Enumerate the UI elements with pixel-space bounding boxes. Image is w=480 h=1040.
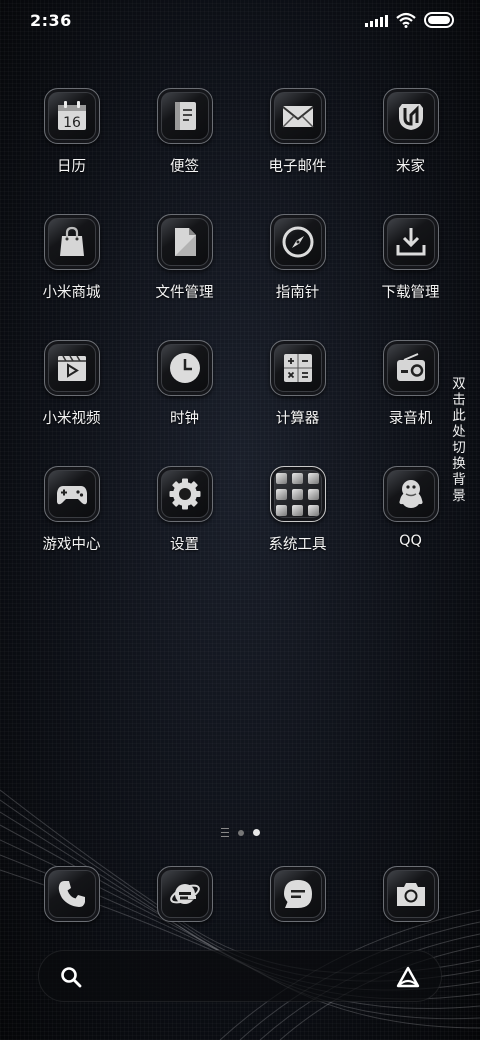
app-label: 便签	[170, 159, 199, 175]
gear-icon	[156, 466, 213, 522]
mijia-icon	[382, 88, 439, 144]
app-label: 米家	[396, 159, 425, 175]
app-label: 小米视频	[42, 411, 101, 427]
switch-background-hint[interactable]: 双击此处切换背景	[451, 376, 467, 504]
app-mijia[interactable]: 米家	[354, 88, 467, 198]
compass-icon	[269, 214, 326, 270]
folder-grid-icon	[269, 466, 326, 522]
assistant-icon[interactable]	[395, 965, 421, 989]
app-notes[interactable]: 便签	[128, 88, 241, 198]
calendar-day-text: 16	[63, 115, 81, 131]
app-label: 计算器	[275, 411, 320, 427]
app-label: 日历	[57, 159, 86, 175]
page-list-icon	[220, 828, 229, 837]
app-label: 录音机	[388, 411, 433, 427]
app-game-center[interactable]: 游戏中心	[15, 466, 128, 576]
app-clock[interactable]: 时钟	[128, 340, 241, 450]
page-dot-active	[252, 829, 260, 836]
app-file-manager[interactable]: 文件管理	[128, 214, 241, 324]
dock-camera[interactable]	[354, 866, 467, 922]
phone-icon	[43, 866, 100, 922]
notes-icon	[156, 88, 213, 144]
gamepad-icon	[43, 466, 100, 522]
app-label: QQ	[399, 533, 422, 549]
message-bubble-icon	[269, 866, 326, 922]
app-mi-video[interactable]: 小米视频	[15, 340, 128, 450]
status-icons	[365, 12, 454, 28]
app-system-tools-folder[interactable]: 系统工具	[241, 466, 354, 576]
dock-browser[interactable]	[128, 866, 241, 922]
page-dot	[237, 829, 244, 836]
mail-icon	[269, 88, 326, 144]
app-compass[interactable]: 指南针	[241, 214, 354, 324]
shopping-bag-icon	[43, 214, 100, 270]
app-label: 下载管理	[381, 285, 440, 301]
download-icon	[382, 214, 439, 270]
app-calendar[interactable]: 16 日历	[15, 88, 128, 198]
video-icon	[43, 340, 100, 396]
battery-icon	[424, 12, 454, 28]
app-label: 电子邮件	[268, 159, 327, 175]
app-label: 设置	[170, 537, 199, 553]
status-time: 2:36	[30, 11, 72, 30]
page-indicator	[0, 828, 480, 837]
app-label: 文件管理	[155, 285, 214, 301]
recorder-icon	[382, 340, 439, 396]
app-mi-store[interactable]: 小米商城	[15, 214, 128, 324]
camera-icon	[382, 866, 439, 922]
qq-penguin-icon	[382, 466, 439, 522]
app-label: 游戏中心	[42, 537, 101, 553]
app-email[interactable]: 电子邮件	[241, 88, 354, 198]
app-calculator[interactable]: 计算器	[241, 340, 354, 450]
app-label: 时钟	[170, 411, 199, 427]
search-icon[interactable]	[59, 965, 83, 989]
app-grid: 16 日历 便签 电子邮件 米家 小米商城 文件管理 指南针 下载管理 小米视频…	[15, 88, 467, 576]
app-label: 系统工具	[268, 537, 327, 553]
calculator-icon	[269, 340, 326, 396]
app-settings[interactable]: 设置	[128, 466, 241, 576]
calendar-icon: 16	[43, 88, 100, 144]
dock-messages[interactable]	[241, 866, 354, 922]
status-bar: 2:36	[0, 0, 480, 42]
dock	[15, 866, 467, 922]
app-label: 指南针	[275, 285, 320, 301]
wifi-icon	[396, 12, 416, 28]
browser-e-icon	[156, 866, 213, 922]
search-bar[interactable]	[38, 950, 442, 1002]
signal-bars-icon	[365, 13, 388, 27]
clock-icon	[156, 340, 213, 396]
dock-phone[interactable]	[15, 866, 128, 922]
app-label: 小米商城	[42, 285, 101, 301]
file-icon	[156, 214, 213, 270]
app-downloads[interactable]: 下载管理	[354, 214, 467, 324]
